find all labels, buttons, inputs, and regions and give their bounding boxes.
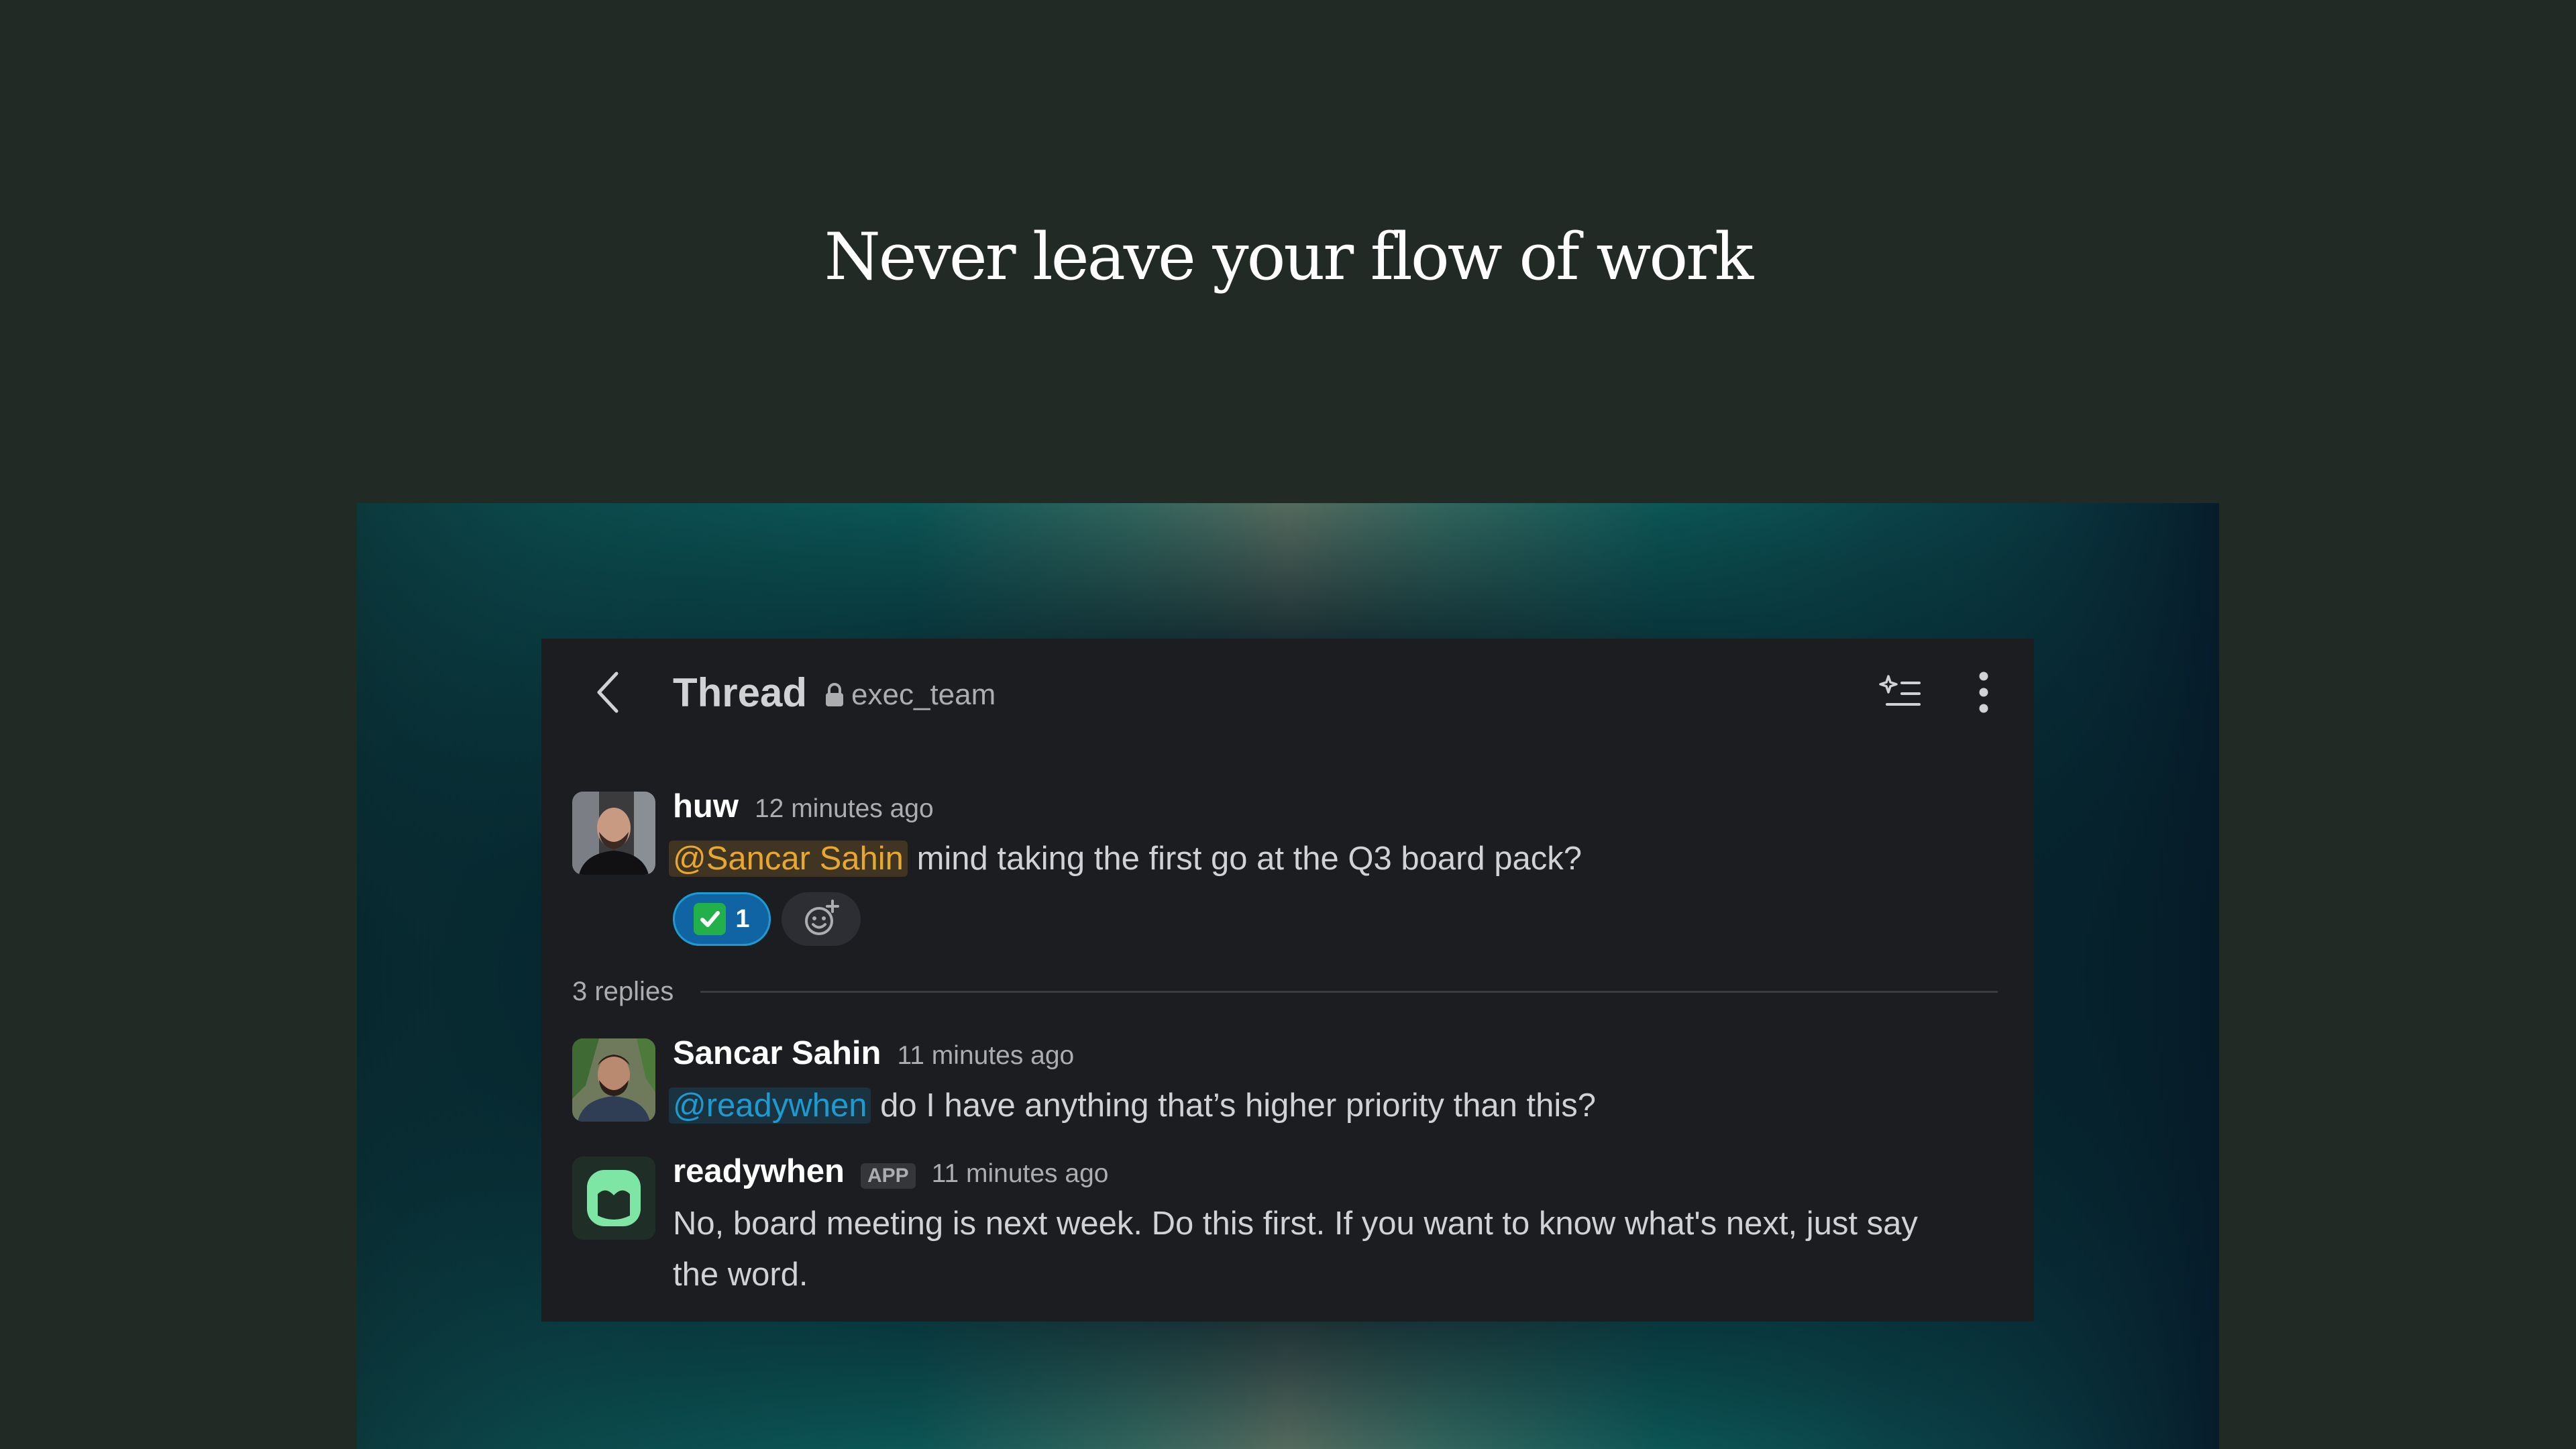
channel-name[interactable]: exec_team bbox=[824, 673, 996, 712]
user-mention[interactable]: @Sancar Sahin bbox=[669, 841, 908, 877]
avatar-sancar-sahin[interactable] bbox=[572, 1038, 655, 1122]
channel-label: exec_team bbox=[851, 678, 996, 711]
readywhen-logo-icon bbox=[572, 1157, 655, 1240]
avatar-readywhen[interactable] bbox=[572, 1157, 655, 1240]
thread-header: Thread exec_team bbox=[673, 665, 996, 719]
timestamp[interactable]: 11 minutes ago bbox=[897, 1041, 1074, 1071]
add-emoji-icon bbox=[805, 900, 839, 935]
thread-title: Thread bbox=[673, 669, 808, 715]
message-body: No, board meeting is next week. Do this … bbox=[673, 1198, 1918, 1300]
white-check-mark-icon bbox=[694, 903, 727, 935]
page-headline: Never leave your flow of work bbox=[824, 219, 1754, 294]
message-header: readywhen APP 11 minutes ago bbox=[673, 1152, 1108, 1190]
message-header: Sancar Sahin 11 minutes ago bbox=[673, 1034, 1074, 1072]
message-text-line: No, board meeting is next week. Do this … bbox=[673, 1205, 1918, 1242]
timestamp[interactable]: 11 minutes ago bbox=[932, 1159, 1109, 1189]
app-badge: APP bbox=[860, 1163, 916, 1189]
message-body: @readywhen do I have anything that’s hig… bbox=[669, 1080, 1596, 1131]
add-reaction-button[interactable] bbox=[782, 892, 861, 946]
avatar-huw[interactable] bbox=[572, 792, 655, 875]
back-button[interactable] bbox=[582, 665, 635, 719]
replies-divider: 3 replies bbox=[572, 977, 1998, 1007]
chevron-left-icon bbox=[597, 672, 619, 713]
sparkle-list-icon bbox=[1879, 675, 1921, 706]
message-header: huw 12 minutes ago bbox=[673, 788, 934, 825]
reaction-check-pill[interactable]: 1 bbox=[673, 892, 771, 946]
summarize-button[interactable] bbox=[1874, 665, 1927, 719]
more-options-button[interactable] bbox=[1957, 665, 2010, 719]
thread-panel: Thread exec_team huw 12 minutes ago @San… bbox=[541, 639, 2034, 1322]
author-name[interactable]: huw bbox=[673, 788, 739, 825]
message-text: mind taking the first go at the Q3 board… bbox=[916, 841, 1582, 877]
replies-count: 3 replies bbox=[572, 977, 674, 1006]
vertical-ellipsis-icon bbox=[1979, 672, 1988, 713]
divider-line bbox=[700, 991, 1998, 993]
message-text: do I have anything that’s higher priorit… bbox=[880, 1087, 1596, 1124]
message-body: @Sancar Sahin mind taking the first go a… bbox=[669, 833, 1582, 884]
message-text-line: the word. bbox=[673, 1256, 808, 1293]
app-mention[interactable]: @readywhen bbox=[669, 1087, 871, 1124]
author-name[interactable]: Sancar Sahin bbox=[673, 1034, 881, 1072]
reaction-count: 1 bbox=[735, 904, 750, 933]
lock-icon bbox=[826, 683, 844, 706]
timestamp[interactable]: 12 minutes ago bbox=[755, 794, 934, 824]
author-name[interactable]: readywhen bbox=[673, 1152, 845, 1190]
